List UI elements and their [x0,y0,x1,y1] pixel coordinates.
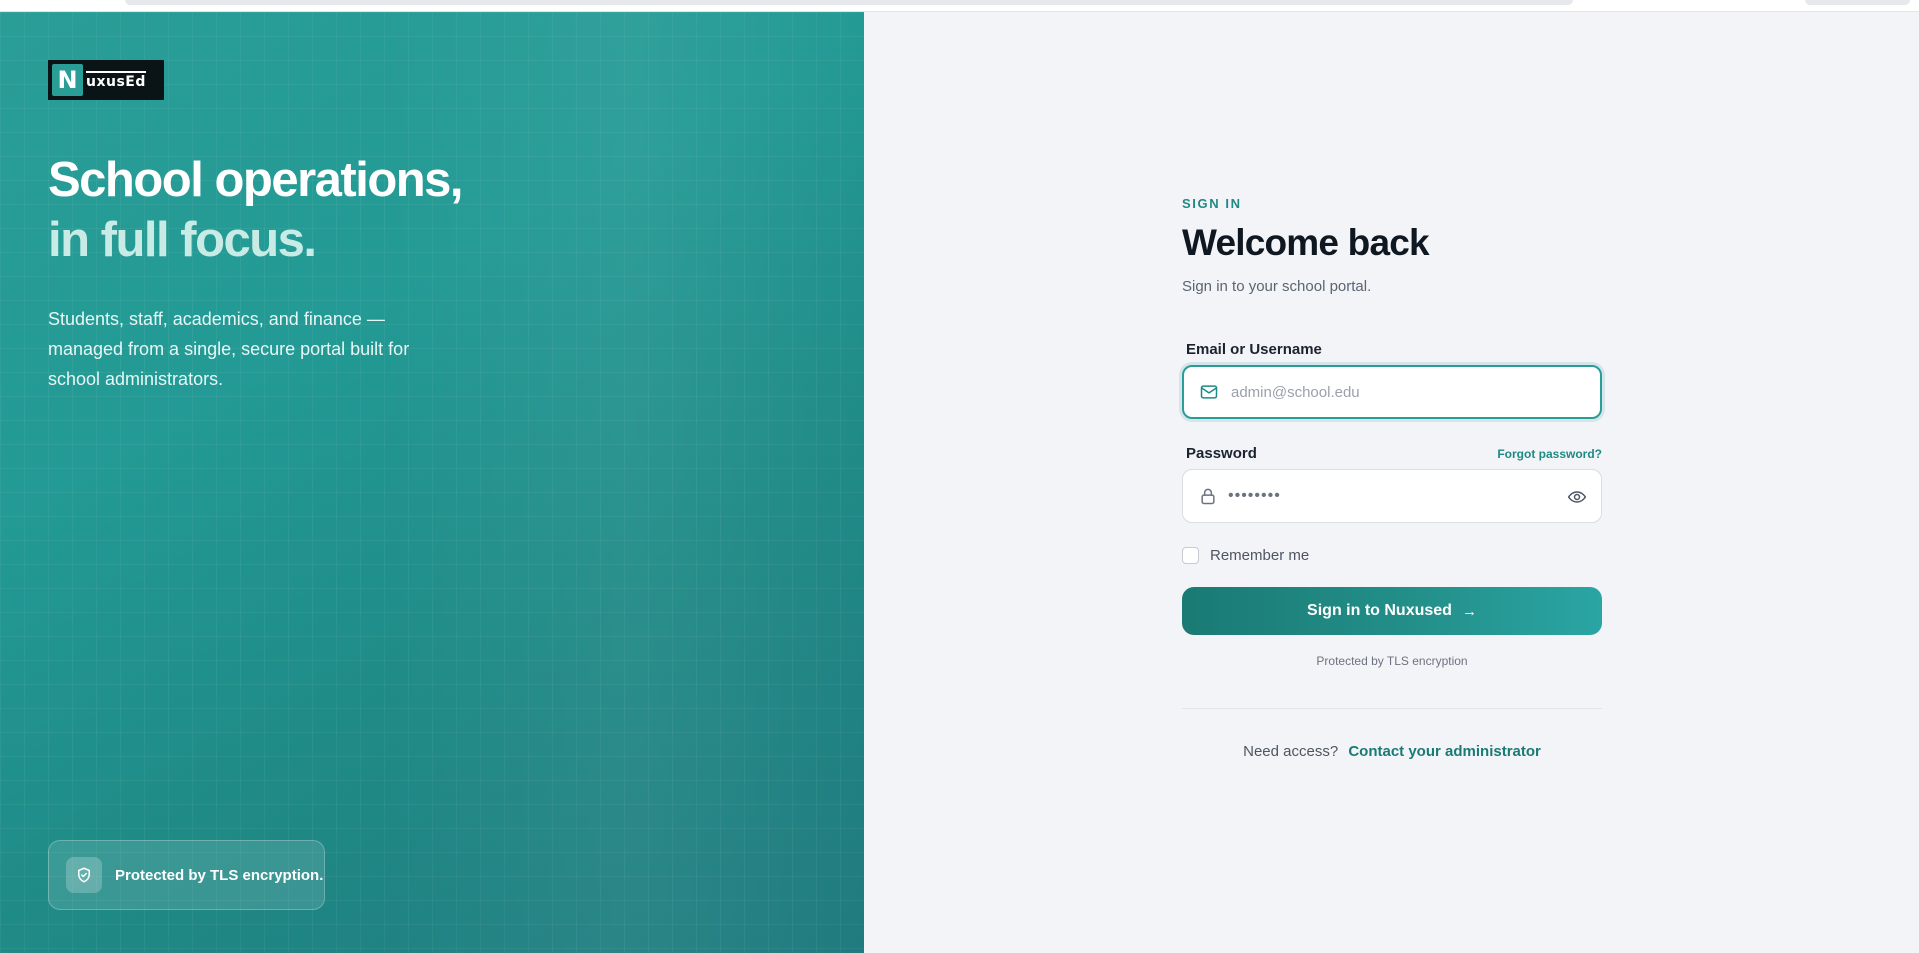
browser-top-strip [0,0,1919,12]
hero-headline-line1: School operations, [48,153,464,207]
tls-note: Protected by TLS encryption [1316,654,1468,668]
show-password-eye-icon[interactable] [1567,487,1587,512]
remember-me-row: Remember me [1182,547,1602,564]
email-input[interactable] [1229,382,1600,402]
hero-headline: School operations, in full focus. [48,150,464,270]
brand-logo: N uxusEd [48,60,164,100]
logo-mark: N [52,64,83,96]
access-row: Need access? Contact your administrator [1182,743,1602,760]
email-label: Email or Username [1186,341,1322,358]
signin-panel: SIGN IN Welcome back Sign in to your sch… [864,12,1919,953]
remember-me-label[interactable]: Remember me [1210,547,1309,564]
signin-form: SIGN IN Welcome back Sign in to your sch… [1182,196,1602,760]
page-subtitle: Sign in to your school portal. [1182,278,1372,295]
shield-check-icon [66,857,102,893]
hero-description: Students, staff, academics, and finance … [48,309,410,389]
forgot-password-link[interactable]: Forgot password? [1497,447,1602,461]
password-group: Password Forgot password? •••••••• [1182,445,1602,523]
access-prompt: Need access? [1243,743,1339,760]
hero-panel: N uxusEd School operations, in full focu… [0,12,864,953]
browser-extension-area[interactable] [1805,0,1910,5]
signin-button-label: Sign in to Nuxused [1307,602,1452,619]
remember-me-checkbox[interactable] [1182,547,1199,564]
password-field[interactable]: •••••••• [1182,469,1602,523]
hero-headline-line2: in full focus. [48,213,317,267]
logo-wordmark: uxusEd [86,70,146,90]
arrow-right-icon: → [1461,602,1477,620]
browser-address-bar[interactable] [125,0,1573,5]
security-badge-text: Protected by TLS encryption. [115,866,324,884]
password-label-row: Password Forgot password? [1182,445,1602,462]
signin-button[interactable]: Sign in to Nuxused → [1182,587,1602,635]
password-label: Password [1186,445,1257,462]
mail-icon [1200,385,1218,399]
lock-icon [1201,488,1215,505]
security-badge: Protected by TLS encryption. [48,840,325,910]
contact-admin-link[interactable]: Contact your administrator [1348,743,1541,760]
page-title: Welcome back [1182,222,1430,263]
form-divider [1182,708,1602,709]
email-group: Email or Username [1182,341,1602,419]
password-input[interactable]: •••••••• [1228,487,1281,505]
email-field[interactable] [1182,365,1602,419]
form-eyebrow: SIGN IN [1182,196,1242,211]
